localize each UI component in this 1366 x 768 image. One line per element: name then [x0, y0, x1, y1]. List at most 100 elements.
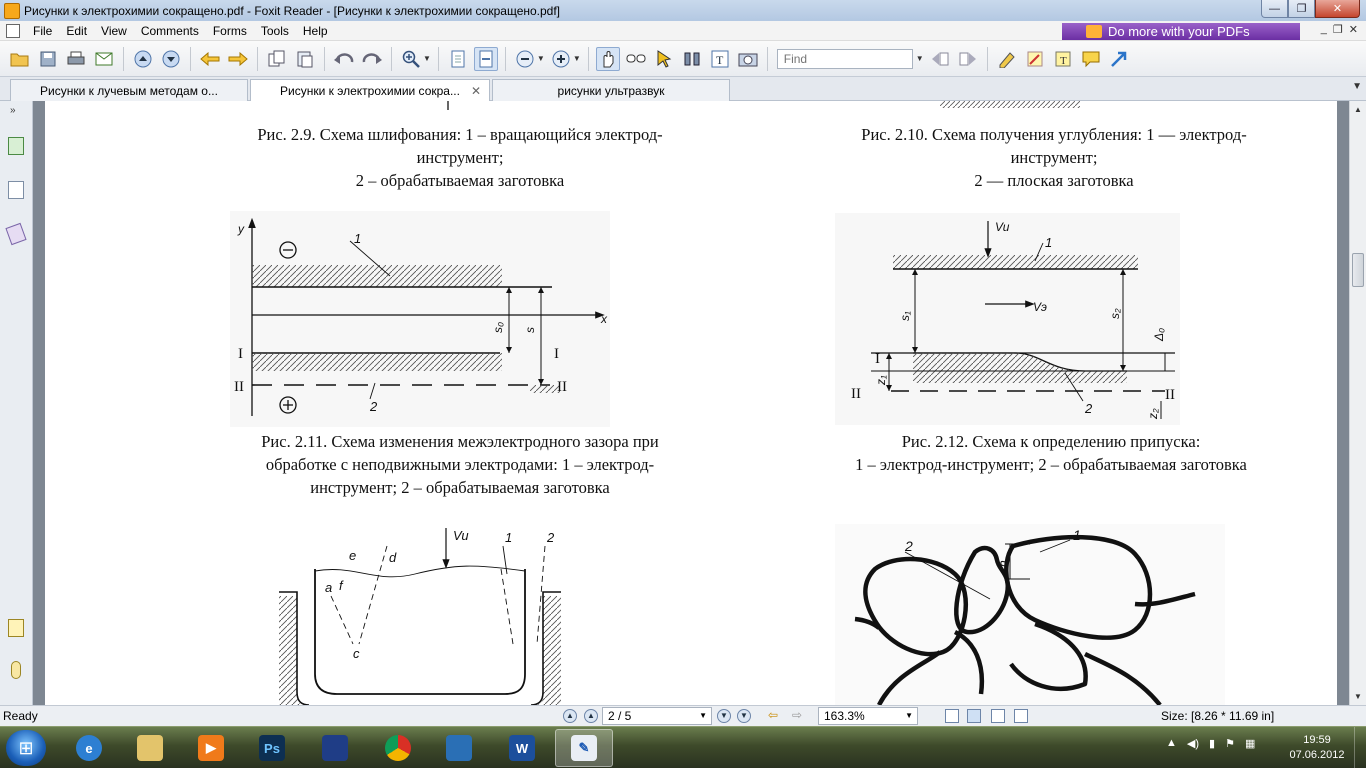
- page-dropdown-arrow[interactable]: ▼: [699, 711, 707, 720]
- scroll-up-icon[interactable]: ▲: [1350, 101, 1366, 118]
- menu-comments[interactable]: Comments: [134, 24, 206, 38]
- tab-document-1[interactable]: Рисунки к лучевым методам о...: [10, 79, 248, 101]
- back-icon[interactable]: [198, 47, 222, 71]
- redo-icon[interactable]: [360, 47, 384, 71]
- typewriter-icon[interactable]: T: [1051, 47, 1075, 71]
- volume-icon[interactable]: ◀): [1187, 737, 1199, 750]
- bookmarks-icon[interactable]: [8, 137, 24, 155]
- tab-close-icon[interactable]: ✕: [471, 84, 481, 98]
- tab-scroll-arrow-icon[interactable]: ▼: [1352, 81, 1362, 92]
- fit-width-icon[interactable]: [473, 46, 498, 71]
- text-viewer-icon[interactable]: T: [708, 47, 732, 71]
- close-button[interactable]: ✕: [1315, 0, 1360, 18]
- document-viewport[interactable]: Рис. 2.9. Схема шлифования: 1 – вращающи…: [33, 101, 1349, 705]
- next-page-status-icon[interactable]: ▼: [717, 709, 731, 723]
- taskbar-ie[interactable]: e: [60, 729, 118, 767]
- find-next-icon[interactable]: [956, 47, 980, 71]
- forward-icon[interactable]: [226, 47, 250, 71]
- vertical-scrollbar[interactable]: ▲ ▼: [1349, 101, 1366, 705]
- link-arrow-icon[interactable]: [1107, 47, 1131, 71]
- select-text-icon[interactable]: [624, 47, 648, 71]
- zoom-in-dropdown-arrow[interactable]: ▼: [573, 54, 581, 63]
- zoom-out-icon[interactable]: [513, 47, 537, 71]
- previous-page-icon[interactable]: [131, 47, 155, 71]
- last-page-icon[interactable]: ▼: [737, 709, 751, 723]
- doc-minimize-icon[interactable]: _: [1321, 23, 1327, 36]
- paste-icon[interactable]: [293, 47, 317, 71]
- select-arrow-icon[interactable]: [652, 47, 676, 71]
- show-hidden-icons-icon[interactable]: ▲: [1166, 737, 1177, 750]
- scroll-down-icon[interactable]: ▼: [1350, 688, 1366, 705]
- menu-view[interactable]: View: [94, 24, 134, 38]
- find-binoculars-icon[interactable]: [680, 47, 704, 71]
- forward-view-icon[interactable]: ⇨: [792, 708, 802, 722]
- copy-file-icon[interactable]: [265, 47, 289, 71]
- back-view-icon[interactable]: ⇦: [768, 708, 778, 722]
- find-previous-icon[interactable]: [928, 47, 952, 71]
- zoom-icon[interactable]: [399, 47, 423, 71]
- note-icon[interactable]: [1079, 47, 1103, 71]
- scroll-thumb[interactable]: [1352, 253, 1364, 287]
- taskbar-chrome[interactable]: [369, 729, 427, 767]
- taskbar-word[interactable]: W: [493, 729, 551, 767]
- document-icon[interactable]: [6, 23, 20, 38]
- single-page-view-icon[interactable]: [945, 709, 959, 723]
- show-desktop-button[interactable]: [1354, 727, 1366, 768]
- taskbar-app[interactable]: [430, 729, 488, 767]
- facing-view-icon[interactable]: [991, 709, 1005, 723]
- foxit-app-icon[interactable]: [4, 2, 20, 19]
- comments-panel-icon[interactable]: [8, 619, 24, 637]
- continuous-view-icon[interactable]: [967, 709, 981, 723]
- hand-tool-icon[interactable]: [595, 46, 620, 71]
- zoom-dropdown-arrow[interactable]: ▼: [423, 54, 431, 63]
- menu-edit[interactable]: Edit: [59, 24, 94, 38]
- doc-restore-icon[interactable]: ❐: [1333, 23, 1343, 36]
- doc-close-icon[interactable]: ✕: [1349, 23, 1358, 36]
- promo-banner[interactable]: Do more with your PDFs: [1062, 23, 1300, 40]
- pencil-icon[interactable]: [1023, 47, 1047, 71]
- previous-page-status-icon[interactable]: ▲: [584, 709, 598, 723]
- page-number-field[interactable]: 2 / 5 ▼: [602, 707, 712, 725]
- keyboard-icon[interactable]: ▦: [1245, 737, 1255, 750]
- taskbar-media-player[interactable]: ▶: [182, 729, 240, 767]
- snapshot-icon[interactable]: [736, 47, 760, 71]
- menu-file[interactable]: File: [26, 24, 59, 38]
- flag-icon[interactable]: ⚑: [1225, 737, 1235, 750]
- next-page-icon[interactable]: [159, 47, 183, 71]
- save-icon[interactable]: [36, 47, 60, 71]
- zoom-field[interactable]: 163.3% ▼: [818, 707, 918, 725]
- taskbar-foxit[interactable]: ✎: [555, 729, 613, 767]
- label-2: 2: [1084, 401, 1093, 416]
- expand-panel-icon[interactable]: »: [10, 105, 16, 116]
- fit-page-icon[interactable]: [446, 47, 470, 71]
- undo-icon[interactable]: [332, 47, 356, 71]
- menu-tools[interactable]: Tools: [254, 24, 296, 38]
- taskbar-explorer[interactable]: [121, 729, 179, 767]
- first-page-icon[interactable]: ▲: [563, 709, 577, 723]
- taskbar-save-app[interactable]: [306, 729, 364, 767]
- start-button[interactable]: ⊞: [6, 730, 46, 766]
- tab-document-2[interactable]: Рисунки к электрохимии сокра... ✕: [250, 79, 490, 101]
- zoom-out-dropdown-arrow[interactable]: ▼: [537, 54, 545, 63]
- comment-tools-icon[interactable]: [995, 47, 1019, 71]
- tab-document-3[interactable]: рисунки ультразвук: [492, 79, 730, 101]
- zoom-in-icon[interactable]: [549, 47, 573, 71]
- layers-icon[interactable]: [5, 222, 27, 246]
- taskbar-photoshop[interactable]: Ps: [243, 729, 301, 767]
- network-icon[interactable]: ▮: [1209, 737, 1215, 750]
- open-icon[interactable]: [8, 47, 32, 71]
- menu-help[interactable]: Help: [296, 24, 335, 38]
- toolbar-separator: [391, 46, 392, 71]
- pages-icon[interactable]: [8, 181, 24, 199]
- find-input[interactable]: [776, 48, 913, 69]
- menu-forms[interactable]: Forms: [206, 24, 254, 38]
- clock[interactable]: 19:59 07.06.2012: [1282, 733, 1352, 763]
- attachments-icon[interactable]: [11, 661, 21, 679]
- continuous-facing-view-icon[interactable]: [1014, 709, 1028, 723]
- print-icon[interactable]: [64, 47, 88, 71]
- zoom-field-dropdown-arrow[interactable]: ▼: [905, 711, 913, 720]
- find-dropdown-arrow[interactable]: ▼: [916, 54, 924, 63]
- minimize-button[interactable]: —: [1261, 0, 1288, 18]
- maximize-button[interactable]: ❐: [1288, 0, 1315, 18]
- email-icon[interactable]: [92, 47, 116, 71]
